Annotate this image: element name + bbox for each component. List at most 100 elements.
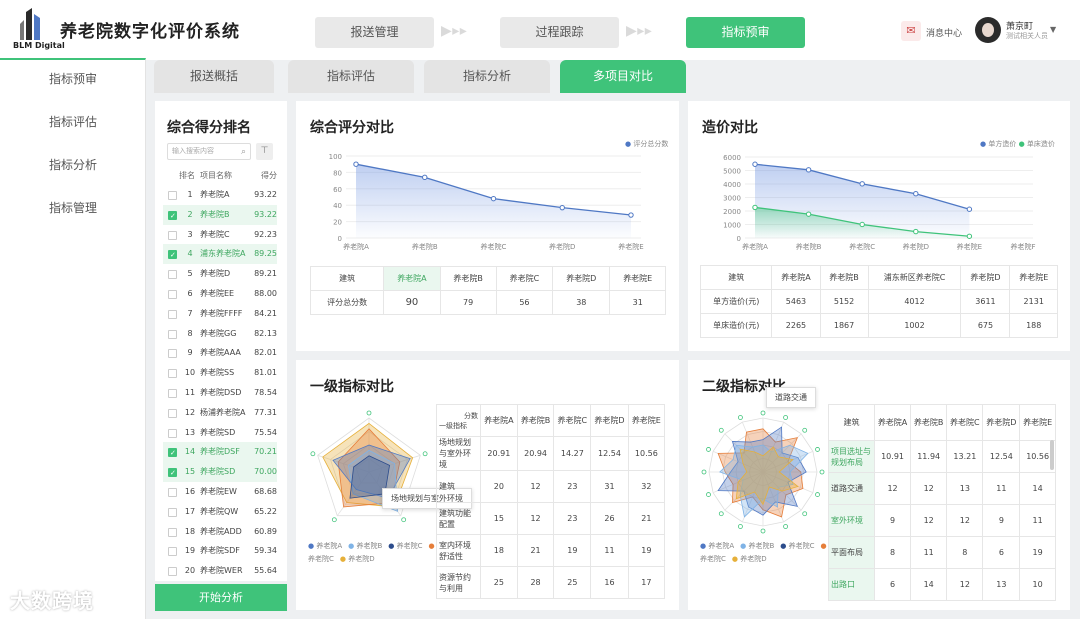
start-analysis-button[interactable]: 开始分析 [155, 584, 287, 611]
table-cell: 11.94 [910, 440, 948, 473]
table-cell: 28 [516, 566, 555, 599]
filter-icon[interactable]: ⊤ [256, 143, 273, 160]
list-item[interactable]: 8 养老院GG 82.13 [163, 324, 277, 344]
tab-multi-project-compare[interactable]: 多项目对比 [560, 60, 686, 93]
table-cell: 养老院B [819, 265, 869, 290]
message-icon[interactable]: ✉ [901, 21, 921, 41]
table-cell: 室内环境舒适性 [436, 534, 481, 567]
list-item[interactable]: 9 养老院AAA 82.01 [163, 343, 277, 363]
checkbox[interactable] [168, 463, 177, 483]
table-cell: 31 [609, 290, 666, 315]
project-score: 88.00 [254, 289, 277, 298]
table-cell: 养老院E [1009, 265, 1058, 290]
list-item[interactable]: 20 养老院WER 55.64 [163, 561, 277, 581]
table-cell: 17 [627, 566, 666, 599]
checkbox[interactable] [168, 206, 177, 226]
table-row: 建筑 养老院A 养老院B 养老院C 养老院D 养老院E [309, 266, 666, 291]
checkbox[interactable] [168, 349, 177, 359]
list-item[interactable]: 1 养老院A 93.22 [163, 185, 277, 205]
table-cell: 18 [480, 534, 518, 567]
table-cell: 养老院D [960, 265, 1011, 290]
list-item[interactable]: 3 养老院C 92.23 [163, 225, 277, 245]
checkbox[interactable] [168, 329, 177, 339]
avatar[interactable] [975, 17, 1001, 43]
list-item[interactable]: 17 养老院QW 65.22 [163, 502, 277, 522]
checkbox[interactable] [168, 567, 177, 577]
search-icon[interactable]: ⌕ [241, 145, 246, 160]
table-cell: 室外环境 [828, 504, 875, 537]
list-item[interactable]: 11 养老院DSD 78.54 [163, 383, 277, 403]
project-score: 77.31 [254, 407, 277, 417]
table-row: 室内环境舒适性 18 21 19 11 19 [436, 534, 666, 567]
step-submit-management[interactable]: 报送管理 [315, 17, 434, 48]
checkbox[interactable] [168, 245, 177, 265]
checkbox[interactable] [168, 369, 177, 379]
list-item[interactable]: 15 养老院SD 70.00 [163, 462, 277, 483]
table-cell: 79 [439, 290, 497, 315]
checkbox[interactable] [168, 488, 177, 497]
checkbox[interactable] [168, 428, 177, 438]
table-cell: 平面布局 [828, 536, 875, 569]
sidebar-item-indicator-evaluation[interactable]: 指标评估 [0, 113, 146, 130]
list-item[interactable]: 16 养老院EW 68.68 [163, 482, 277, 502]
checkbox[interactable] [168, 191, 177, 200]
legend-dot-icon: ● [348, 542, 355, 550]
table-cell: 11 [910, 536, 948, 569]
list-item[interactable]: 13 养老院SD 75.54 [163, 423, 277, 443]
list-item[interactable]: 7 养老院FFFF 84.21 [163, 304, 277, 324]
data-point [805, 167, 812, 173]
legend-item: ● 养老院C [780, 542, 814, 550]
table-cell: 9 [982, 504, 1021, 537]
project-score: 81.01 [254, 368, 277, 378]
legend-dot-icon: ● [820, 542, 827, 550]
radar-vertex [802, 511, 808, 517]
list-item[interactable]: 6 养老院EE 88.00 [163, 284, 277, 304]
step-indicator-review[interactable]: 指标预审 [686, 17, 805, 48]
checkbox[interactable] [168, 290, 177, 299]
list-item[interactable]: 2 养老院B 93.22 [163, 204, 277, 226]
checkbox[interactable] [168, 230, 177, 240]
checkbox[interactable] [168, 507, 177, 517]
checkbox[interactable] [168, 408, 177, 418]
chevron-down-icon[interactable]: ▼ [1050, 25, 1056, 34]
table-row: 出路口 6 14 12 13 10 [828, 568, 1056, 601]
level1-title: 一级指标对比 [310, 379, 394, 395]
checkbox[interactable] [168, 270, 177, 280]
project-name: 养老院SDF [200, 546, 240, 556]
scrollbar[interactable] [1050, 440, 1054, 470]
search-input[interactable]: 输入搜索内容 ⌕ [167, 143, 251, 160]
sidebar-item-indicator-analysis[interactable]: 指标分析 [0, 156, 146, 173]
checkbox[interactable] [168, 389, 177, 398]
tab-indicator-evaluation[interactable]: 指标评估 [288, 60, 414, 93]
table-cell: 养老院A [383, 266, 441, 291]
table-cell: 26 [590, 502, 629, 535]
table-row: 道路交通 12 12 13 11 14 [828, 472, 1056, 505]
list-item[interactable]: 10 养老院SS 81.01 [163, 363, 277, 383]
sidebar-item-indicator-management[interactable]: 指标管理 [0, 199, 146, 216]
list-item[interactable]: 4 浦东养老院A 89.25 [163, 244, 277, 265]
list-item[interactable]: 5 养老院D 89.21 [163, 264, 277, 284]
top-header: BLM Digital 养老院数字化评价系统 报送管理 ▶ ▸ ▸ 过程跟踪 ▶… [0, 0, 1080, 60]
list-item[interactable]: 12 杨浦养老院A 77.31 [163, 403, 277, 423]
table-cell: 12 [946, 568, 984, 601]
tab-submit-overview[interactable]: 报送概括 [154, 60, 274, 93]
checkbox[interactable] [168, 527, 177, 537]
checkbox[interactable] [168, 443, 177, 463]
step-process-tracking[interactable]: 过程跟踪 [500, 17, 619, 48]
tab-indicator-analysis[interactable]: 指标分析 [424, 60, 550, 93]
list-item[interactable]: 18 养老院ADD 60.89 [163, 522, 277, 542]
list-item[interactable]: 19 养老院SDF 59.34 [163, 541, 277, 561]
checkbox[interactable] [168, 309, 177, 319]
legend-item: ● 养老院D [340, 555, 375, 563]
header-rank: 排名 [179, 171, 195, 180]
legend-dot-icon: ● [308, 542, 315, 550]
sidebar-item-indicator-review[interactable]: 指标预审 [0, 70, 146, 87]
list-item[interactable]: 14 养老院DSF 70.21 [163, 442, 277, 463]
table-cell: 建筑功能配置 [436, 502, 481, 535]
radar-vertex [783, 415, 788, 420]
table-cell: 养老院A [771, 265, 821, 290]
y-tick-label: 3000 [723, 195, 741, 203]
message-center-link[interactable]: 消息中心 [926, 26, 962, 39]
checkbox[interactable] [168, 547, 177, 557]
y-tick-label: 100 [329, 153, 342, 161]
